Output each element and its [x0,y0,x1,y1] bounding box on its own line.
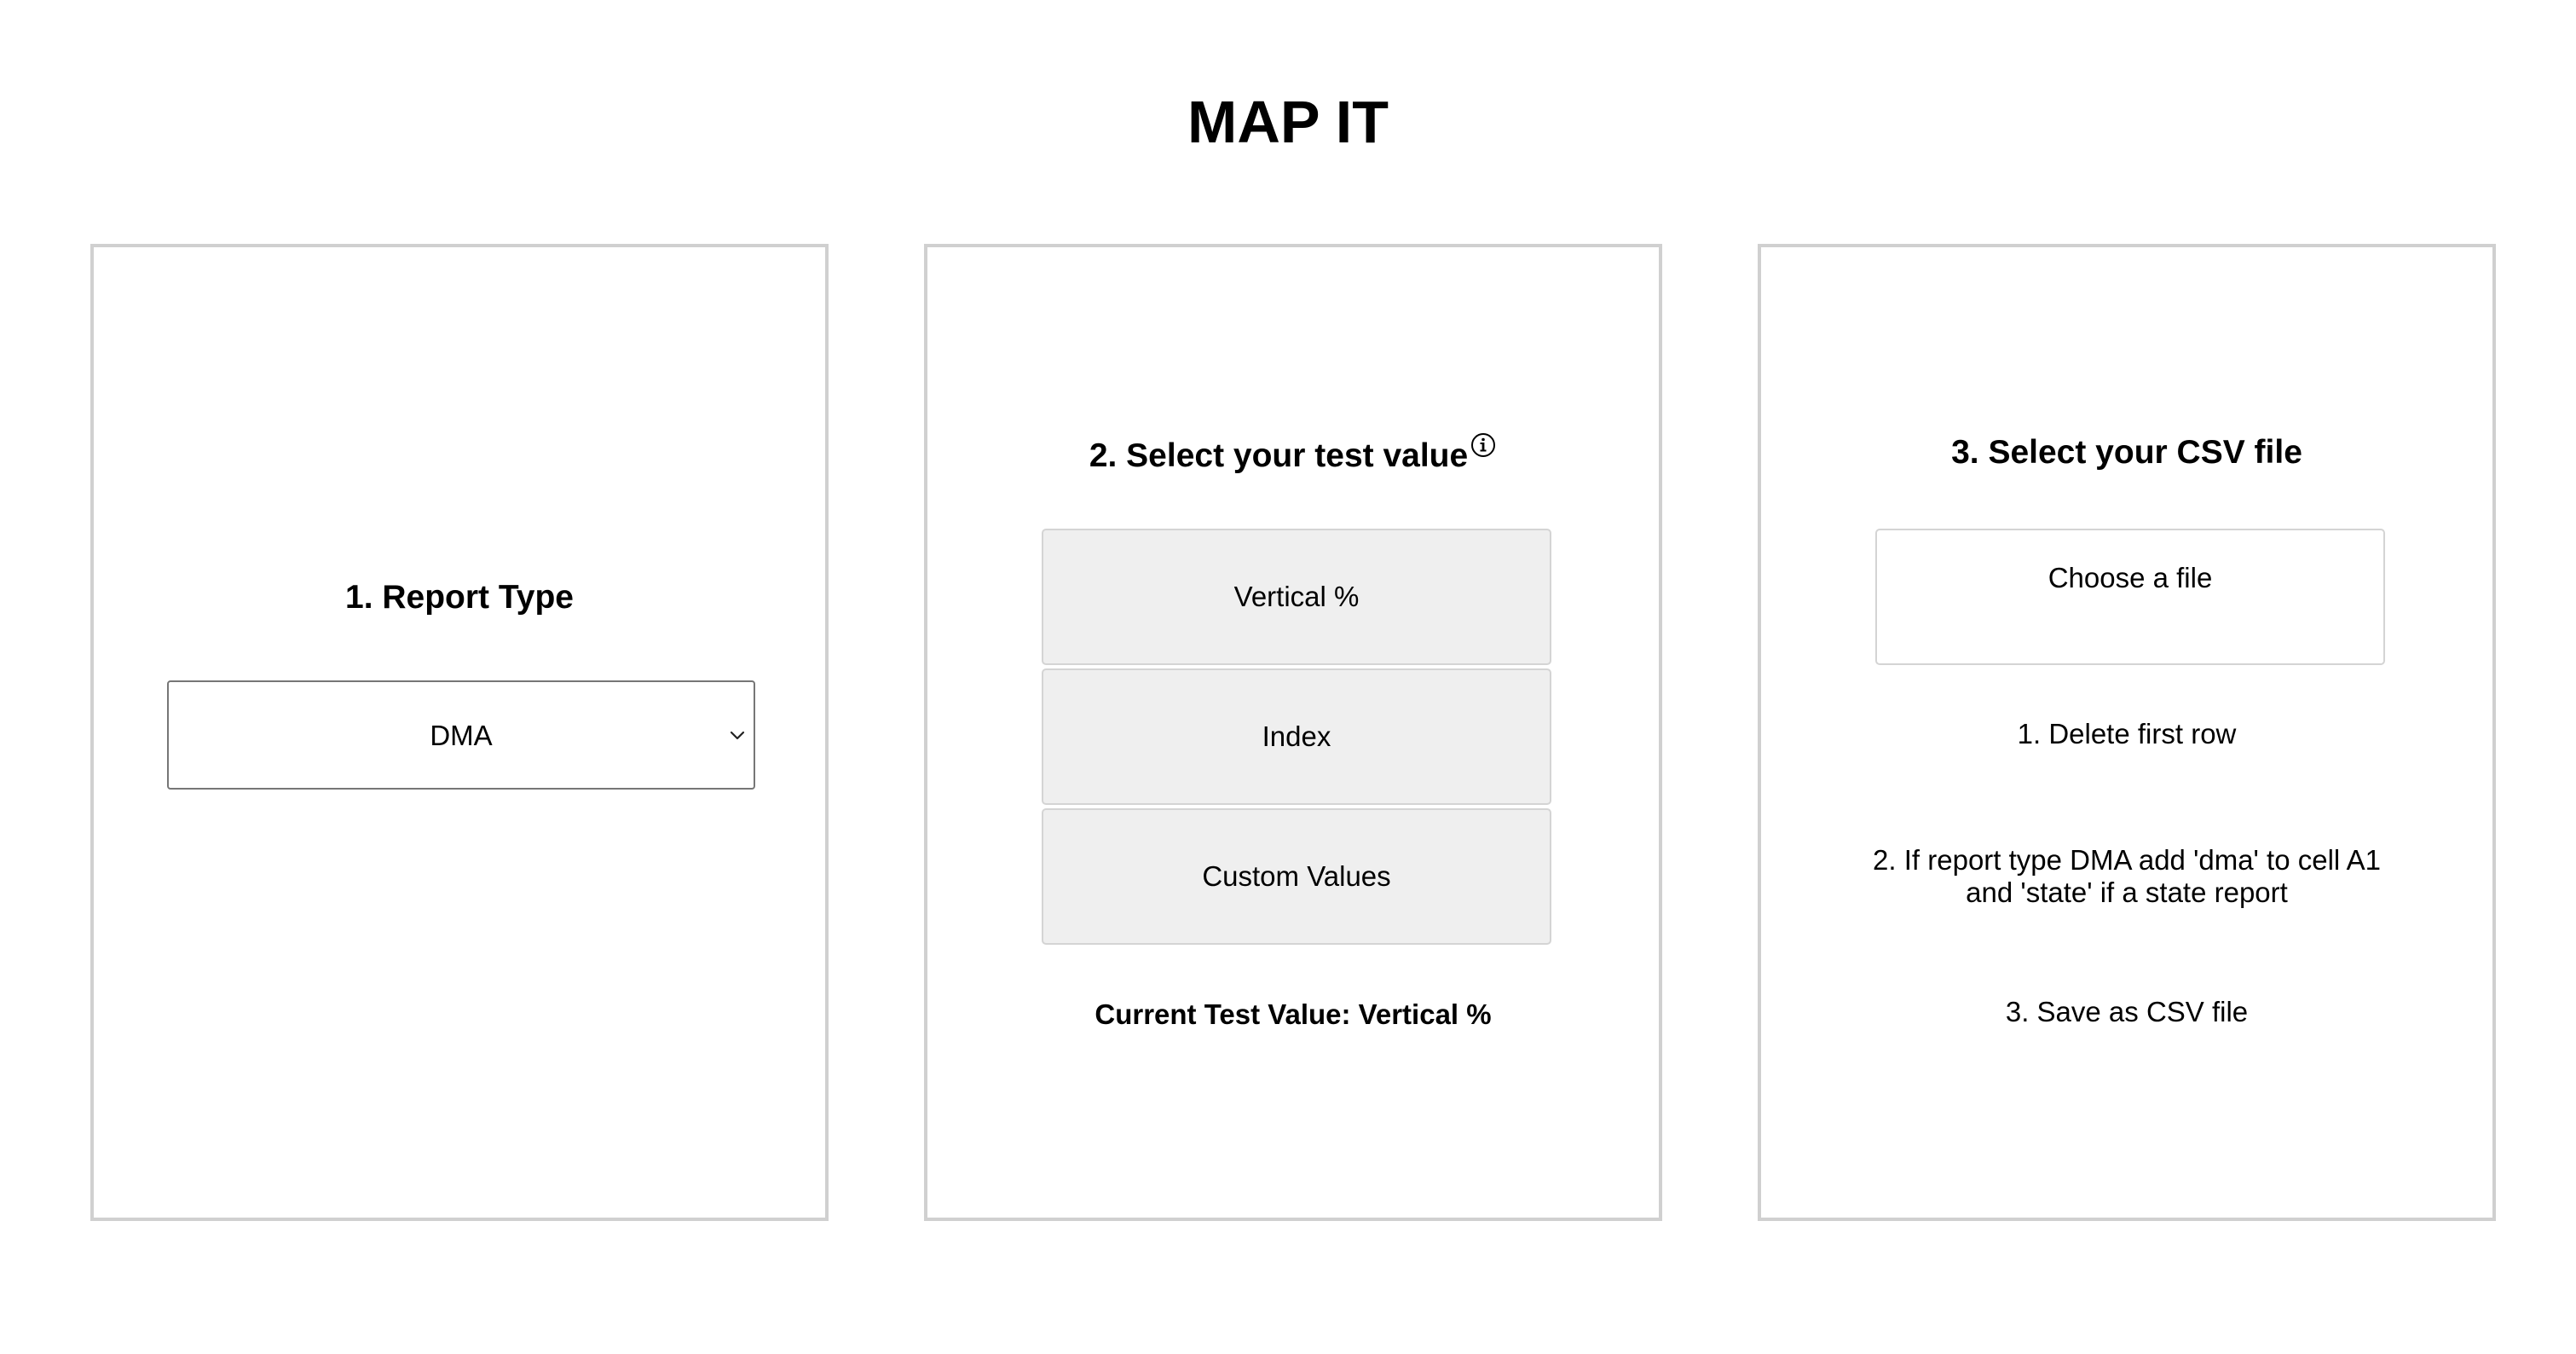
test-value-heading-row: 2. Select your test value [927,433,1659,477]
csv-step-2: 2. If report type DMA add 'dma' to cell … [1873,844,2381,908]
chevron-down-icon [730,731,745,740]
csv-card: 3. Select your CSV file Choose a file 1.… [1758,244,2496,1221]
choose-file-button[interactable]: Choose a file [1875,529,2385,665]
info-icon[interactable] [1470,431,1497,459]
report-type-heading: 1. Report Type [345,579,574,616]
csv-step-3: 3. Save as CSV file [2005,996,2249,1027]
report-type-card: 1. Report Type DMA [90,244,829,1221]
test-value-card: 2. Select your test value Vertical % Ind… [924,244,1662,1221]
page: MAP IT 1. Report Type DMA 2. Select your… [0,0,2576,1354]
app-title: MAP IT [1187,89,1389,155]
report-type-select[interactable]: DMA [167,680,755,790]
custom-values-button[interactable]: Custom Values [1042,808,1551,945]
test-value-heading: 2. Select your test value [1089,437,1469,474]
csv-heading: 3. Select your CSV file [1951,434,2302,471]
index-button[interactable]: Index [1042,668,1551,805]
current-test-value: Current Test Value: Vertical % [1095,998,1492,1030]
csv-step-1: 1. Delete first row [2017,718,2237,749]
report-type-selected-value: DMA [430,720,493,751]
vertical-percent-button[interactable]: Vertical % [1042,529,1551,665]
